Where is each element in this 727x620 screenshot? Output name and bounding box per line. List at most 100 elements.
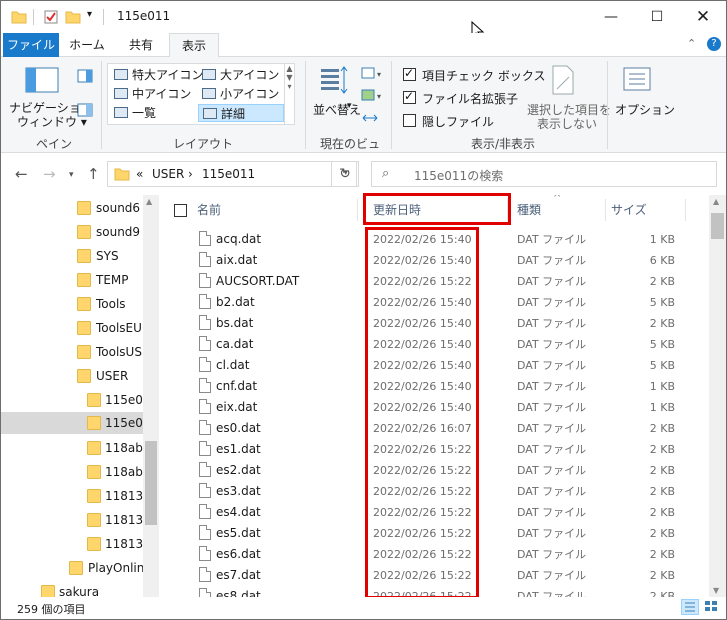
properties-icon[interactable] [43,9,59,25]
add-columns-icon[interactable]: ▾ [361,89,383,103]
scrollbar-thumb[interactable] [145,441,157,525]
nav-item[interactable]: USER [1,365,143,387]
nav-item[interactable]: 1181361 [1,509,143,531]
nav-item[interactable]: Tools [1,293,143,315]
title-bar: ▾ 115e011 — ☐ ✕ [1,1,726,40]
customize-qa-icon[interactable]: ▾ [87,9,92,25]
recent-locations-icon[interactable]: ▾ [69,170,74,180]
file-name: b2.dat [216,295,255,309]
item-checkboxes-checkbox[interactable] [403,66,416,81]
details-pane-icon[interactable] [77,103,93,117]
hidden-items-checkbox[interactable] [403,114,416,127]
nav-item[interactable]: sound9 [1,221,143,243]
nav-item[interactable]: 118abc0 [1,437,143,459]
explorer-window: ▾ 115e011 — ☐ ✕ ファイル ホーム 共有 表示 ⌃ ? ナビゲーシ… [0,0,727,620]
close-button[interactable]: ✕ [680,1,726,33]
file-list-scrollbar[interactable]: ▲ ▼ [709,195,726,597]
divider [605,199,606,221]
select-all-checkbox[interactable] [174,204,187,217]
details-view-toggle[interactable] [681,599,699,615]
nav-item-selected[interactable]: 115e011 [1,412,143,434]
address-bar[interactable]: « USER › 115e011 ▾ [107,161,357,187]
layout-large-icons[interactable]: 大アイコン [198,66,286,84]
layout-medium-icons[interactable]: 中アイコン [110,85,198,103]
layout-extra-large-icons[interactable]: 特大アイコン [110,66,203,84]
breadcrumb-user[interactable]: USER [152,167,184,181]
help-icon[interactable]: ? [707,37,721,51]
tab-file[interactable]: ファイル [3,33,59,57]
new-folder-icon[interactable] [65,9,81,25]
chevron-down-icon[interactable]: ▾ [347,101,352,111]
divider [685,199,686,221]
status-bar: 259 個の項目 [1,597,726,619]
search-input[interactable]: ⌕ 115e011の検索 [371,161,717,187]
layout-scroll[interactable]: ▲ ▼ ▾ [284,64,294,124]
tab-view[interactable]: 表示 [169,33,219,58]
nav-item[interactable]: SYS [1,245,143,267]
nav-item[interactable]: sound6 [1,197,143,219]
file-type: DAT ファイル [517,380,587,393]
scroll-up-icon[interactable]: ▲ [146,197,152,206]
group-label-pane: ペイン [35,137,72,151]
options-button[interactable]: オプション [615,101,675,118]
file-type: DAT ファイル [517,548,587,561]
nav-item[interactable]: PlayOnline [1,557,143,579]
nav-pane-scrollbar[interactable]: ▲ [143,195,159,597]
forward-arrow-icon[interactable]: → [43,165,56,183]
nav-item[interactable]: TEMP [1,269,143,291]
file-type: DAT ファイル [517,296,587,309]
details-icon [203,108,217,119]
sort-by-button[interactable]: 並べ替え [313,101,361,118]
file-size: 5 KB [649,296,675,309]
scroll-up-icon[interactable]: ▲ [713,197,719,206]
group-by-icon[interactable]: ▾ [361,67,383,81]
column-header-size[interactable]: サイズ [611,199,647,221]
maximize-button[interactable]: ☐ [634,1,680,33]
layout-small-icons[interactable]: 小アイコン [198,85,286,103]
svg-text:▾: ▾ [377,70,381,79]
file-type: DAT ファイル [517,317,587,330]
layout-details[interactable]: 詳細 [198,104,284,122]
up-arrow-icon[interactable]: ↑ [87,165,100,183]
file-type: DAT ファイル [517,590,587,597]
window-title: 115e011 [117,9,171,23]
nav-item[interactable]: 1181370 [1,533,143,555]
ribbon: ナビゲーション ウィンドウ ▾ ペイン 特大アイコン 大アイコン 中アイコン 小… [1,57,726,168]
scrollbar-thumb[interactable] [711,213,724,239]
size-columns-to-fit-icon[interactable] [361,111,379,125]
scroll-down-icon[interactable]: ▼ [713,586,719,595]
nav-item[interactable]: 118abc1 [1,461,143,483]
preview-pane-icon[interactable] [77,69,93,83]
options-icon [623,67,651,91]
search-icon: ⌕ [382,166,390,181]
minimize-button[interactable]: — [588,1,634,33]
file-size: 2 KB [649,275,675,288]
file-size: 2 KB [649,464,675,477]
breadcrumb-overflow[interactable]: « [136,167,143,181]
file-type: DAT ファイル [517,359,587,372]
breadcrumb-separator[interactable]: › [188,167,193,181]
file-name: bs.dat [216,316,254,330]
large-icons-view-toggle[interactable] [703,599,721,615]
file-extensions-checkbox[interactable] [403,89,416,104]
file-name: cnf.dat [216,379,258,393]
back-arrow-icon[interactable]: ← [15,165,28,183]
breadcrumb-current[interactable]: 115e011 [202,167,255,181]
file-type: DAT ファイル [517,233,587,246]
layout-list[interactable]: 一覧 [110,104,198,122]
nav-item[interactable]: ToolsUS [1,341,143,363]
nav-item[interactable]: sakura [1,581,143,597]
column-header-name[interactable]: 名前 [197,199,221,221]
file-icon [199,231,211,246]
tab-home[interactable]: ホーム [63,33,111,57]
file-icon [199,546,211,561]
tab-share[interactable]: 共有 [117,33,165,57]
divider [357,199,358,221]
nav-item[interactable]: 115e010 [1,389,143,411]
collapse-ribbon-icon[interactable]: ⌃ [687,37,696,50]
column-header-type[interactable]: 種類 [517,199,541,221]
folder-icon [77,273,91,287]
refresh-button[interactable]: ↻ [331,161,359,187]
nav-item[interactable]: ToolsEU [1,317,143,339]
nav-item[interactable]: 1181360 [1,485,143,507]
